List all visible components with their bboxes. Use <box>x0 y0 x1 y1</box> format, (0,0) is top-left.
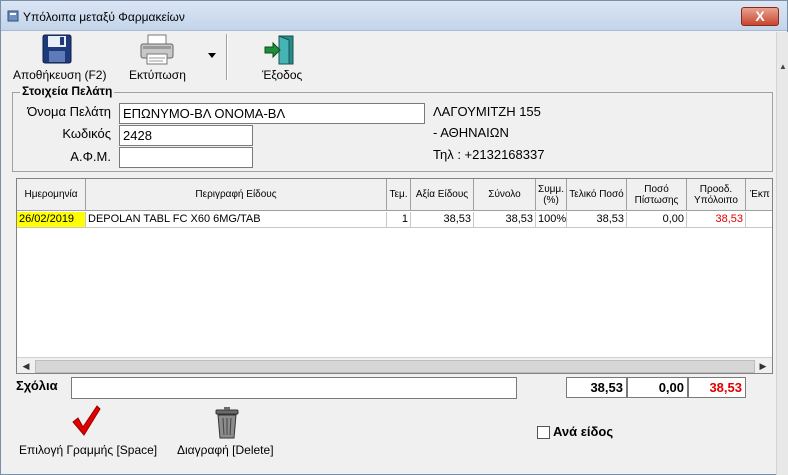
customer-city: - ΑΘΗΝΑΙΩΝ <box>433 125 509 140</box>
col-header-discount[interactable]: Έκπ <box>746 179 772 211</box>
col-header-running-balance[interactable]: Προοδ. Υπόλοιπο <box>687 179 746 211</box>
title-bar: Υπόλοιπα μεταξύ Φαρμακείων X <box>1 1 787 31</box>
horizontal-scrollbar[interactable]: ◀ ▶ <box>17 357 772 373</box>
total-balance: 38,53 <box>688 377 746 398</box>
trash-can-icon <box>213 407 241 442</box>
window-title: Υπόλοιπα μεταξύ Φαρμακείων <box>23 10 185 24</box>
cell-date[interactable]: 26/02/2019 <box>17 212 86 228</box>
customer-phone: Τηλ : +2132168337 <box>433 147 545 162</box>
per-item-checkbox[interactable] <box>537 426 550 439</box>
col-header-share[interactable]: Συμμ. (%) <box>536 179 567 211</box>
print-button[interactable]: Εκτύπωση <box>127 34 199 82</box>
scroll-up-arrow-icon[interactable]: ▲ <box>779 62 787 71</box>
per-item-label: Ανά είδος <box>553 424 614 439</box>
col-header-credit[interactable]: Ποσό Πίστωσης <box>627 179 687 211</box>
col-header-description[interactable]: Περιγραφή Είδους <box>86 179 387 211</box>
scroll-left-arrow-icon[interactable]: ◀ <box>18 359 34 373</box>
printer-icon <box>139 34 175 69</box>
app-window: Υπόλοιπα μεταξύ Φαρμακείων X Αποθήκευση … <box>0 0 788 475</box>
vertical-scrollbar[interactable]: ▲ <box>776 32 788 475</box>
close-button[interactable]: X <box>741 7 779 26</box>
save-label: Αποθήκευση (F2) <box>13 68 107 82</box>
customer-code-label: Κωδικός <box>62 126 111 141</box>
floppy-disk-icon <box>41 34 73 67</box>
app-icon <box>7 10 19 22</box>
customer-name-field[interactable]: ΕΠΩΝΥΜΟ-ΒΛ ΟΝΟΜΑ-ΒΛ <box>119 103 425 124</box>
col-header-qty[interactable]: Τεμ. <box>387 179 411 211</box>
total-final-amount: 38,53 <box>566 377 627 398</box>
cell-qty[interactable]: 1 <box>387 212 411 228</box>
customer-name-label: Όνομα Πελάτη <box>27 104 111 119</box>
cell-share[interactable]: 100% <box>536 212 567 228</box>
customer-code-field[interactable]: 2428 <box>119 125 253 146</box>
col-header-date[interactable]: Ημερομηνία <box>17 179 86 211</box>
afm-field[interactable] <box>119 147 253 168</box>
afm-label: Α.Φ.Μ. <box>70 149 111 164</box>
balances-table: Ημερομηνία Περιγραφή Είδους Τεμ. Αξία Εί… <box>16 178 773 374</box>
col-header-final-amount[interactable]: Τελικό Ποσό <box>567 179 627 211</box>
select-row-button[interactable]: Επιλογή Γραμμής [Space] <box>15 405 160 457</box>
total-credit: 0,00 <box>627 377 688 398</box>
scroll-right-arrow-icon[interactable]: ▶ <box>755 359 771 373</box>
cell-credit[interactable]: 0,00 <box>627 212 687 228</box>
delete-label: Διαγραφή [Delete] <box>177 443 274 457</box>
cell-discount[interactable] <box>746 212 772 228</box>
cell-final-amount[interactable]: 38,53 <box>567 212 627 228</box>
cell-running-balance[interactable]: 38,53 <box>687 212 746 228</box>
print-label: Εκτύπωση <box>129 68 186 82</box>
select-row-label: Επιλογή Γραμμής [Space] <box>19 443 158 457</box>
col-header-total[interactable]: Σύνολο <box>474 179 536 211</box>
print-dropdown-arrow[interactable] <box>208 53 216 58</box>
customer-group-title: Στοιχεία Πελάτη <box>20 84 115 98</box>
exit-label: Έξοδος <box>262 68 303 82</box>
checkmark-icon <box>71 405 101 440</box>
exit-button[interactable]: Έξοδος <box>256 34 306 82</box>
col-header-item-value[interactable]: Αξία Είδους <box>411 179 474 211</box>
scrollbar-thumb[interactable] <box>35 360 755 373</box>
notes-input[interactable] <box>71 377 517 399</box>
cell-total[interactable]: 38,53 <box>474 212 536 228</box>
save-button[interactable]: Αποθήκευση (F2) <box>9 34 109 82</box>
customer-address: ΛΑΓΟΥΜΙΤΖΗ 155 <box>433 104 541 119</box>
exit-door-icon <box>263 34 297 69</box>
toolbar-separator <box>226 34 228 80</box>
cell-description[interactable]: DEPOLAN TABL FC X60 6MG/TAB <box>86 212 387 228</box>
notes-label: Σχόλια <box>16 378 58 393</box>
cell-item-value[interactable]: 38,53 <box>411 212 474 228</box>
delete-button[interactable]: Διαγραφή [Delete] <box>177 405 282 457</box>
